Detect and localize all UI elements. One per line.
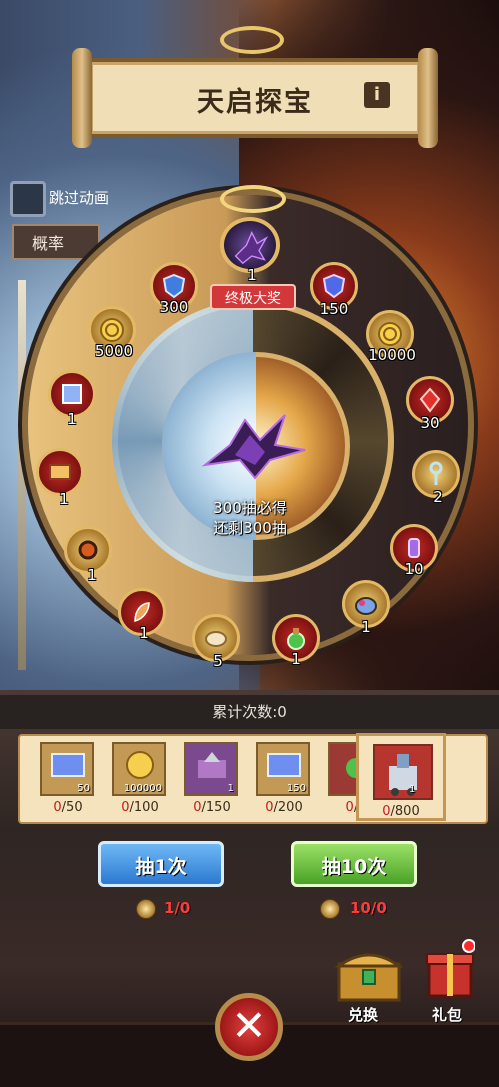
featured-milestone-reward[interactable]: 1 0/800 (356, 733, 446, 821)
draw-10-cost: 10/0 (350, 899, 387, 917)
gift-label[interactable]: 礼包 (432, 1004, 462, 1025)
purple-vial-icon (408, 538, 420, 558)
gold-coin-icon (100, 318, 124, 342)
info-button[interactable]: i (364, 82, 390, 108)
dark-shard-icon (201, 414, 306, 480)
grand-prize-count: 1 (247, 266, 257, 284)
reward-amount: 50 (77, 783, 90, 794)
slot-count: 10000 (368, 346, 416, 364)
blue-ticket-icon (51, 753, 85, 777)
halo-icon (220, 26, 284, 54)
reward-amount: 150 (286, 783, 306, 794)
wheel-slot (36, 448, 84, 496)
gem-coin-icon (320, 899, 340, 919)
slot-count: 1 (139, 624, 149, 642)
blue-ticket-icon (267, 753, 301, 777)
slot-count: 1 (291, 650, 301, 668)
skip-animation-label: 跳过动画 (49, 189, 110, 207)
slot-count: 30 (420, 414, 440, 432)
draw-10-button[interactable]: 抽10次 (291, 841, 417, 887)
slot-count: 150 (319, 300, 349, 318)
tower-machine-icon (389, 754, 417, 796)
reward-amount: 1 (227, 783, 234, 794)
gem-coin-icon (136, 899, 156, 919)
slot-count: 5 (213, 652, 223, 670)
milestone-reward[interactable]: 50 0/50 (40, 742, 96, 815)
bread-icon (205, 631, 227, 647)
slot-count: 10 (404, 560, 424, 578)
gift-box-icon[interactable] (425, 938, 475, 1000)
gold-coin-icon (378, 322, 402, 346)
silver-key-icon (429, 461, 443, 485)
blue-card-icon (62, 384, 82, 404)
probability-button[interactable]: 概率 (12, 224, 100, 260)
reward-amount: 100000 (123, 783, 162, 794)
exchange-label[interactable]: 兑换 (348, 1004, 378, 1025)
amulet-icon (78, 540, 98, 560)
scroll-roll-left (72, 48, 92, 148)
grand-prize-badge: 终极大奖 (210, 284, 296, 310)
cumulative-value: 0 (277, 703, 287, 721)
blue-shield-icon (162, 273, 186, 299)
slot-count: 1 (67, 410, 77, 428)
reward-progress: 0/50 (53, 800, 83, 815)
halo-icon (220, 185, 286, 213)
reward-progress: 0/800 (382, 804, 420, 819)
guarantee-text: 300抽必得 还剩300抽 (180, 498, 320, 538)
feather-icon (134, 602, 150, 622)
treasure-chest-icon[interactable] (333, 944, 405, 1004)
reward-progress: 0/150 (193, 800, 231, 815)
slot-count: 1 (87, 566, 97, 584)
guarantee-line1: 300抽必得 (213, 499, 287, 517)
slot-count: 5000 (94, 342, 134, 360)
reward-progress: 0/200 (265, 800, 303, 815)
helmet-chest-icon (198, 752, 226, 778)
cumulative-label: 累计次数: (212, 703, 278, 721)
scroll-roll-right (418, 48, 438, 148)
reward-progress: 0/100 (121, 800, 159, 815)
spear-decoration (18, 280, 26, 670)
slot-count: 1 (59, 490, 69, 508)
milestone-reward[interactable]: 100000 0/100 (112, 742, 168, 815)
treasure-sack-icon (355, 597, 377, 615)
title-banner: 天启探宝 i (72, 48, 438, 148)
scroll-map-icon (49, 464, 71, 480)
purple-shield-icon (322, 273, 346, 299)
slot-count: 2 (433, 488, 443, 506)
slot-count: 300 (159, 298, 189, 316)
close-button[interactable]: ✕ (215, 993, 283, 1061)
slot-count: 1 (361, 618, 371, 636)
milestone-reward[interactable]: 1 0/150 (184, 742, 240, 815)
draw-1-cost: 1/0 (164, 899, 191, 917)
dark-shard-icon (234, 230, 268, 265)
draw-1-button[interactable]: 抽1次 (98, 841, 224, 887)
gold-coin-icon (126, 751, 154, 779)
red-gem-icon (419, 387, 441, 413)
guarantee-line2: 还剩300抽 (213, 519, 287, 537)
green-potion-icon (287, 628, 305, 650)
reward-amount: 1 (409, 784, 416, 795)
grand-prize-slot (220, 217, 280, 273)
skip-animation-checkbox[interactable] (10, 181, 46, 217)
cumulative-count-bar: 累计次数:0 (0, 695, 499, 729)
milestone-reward[interactable]: 150 0/200 (256, 742, 312, 815)
